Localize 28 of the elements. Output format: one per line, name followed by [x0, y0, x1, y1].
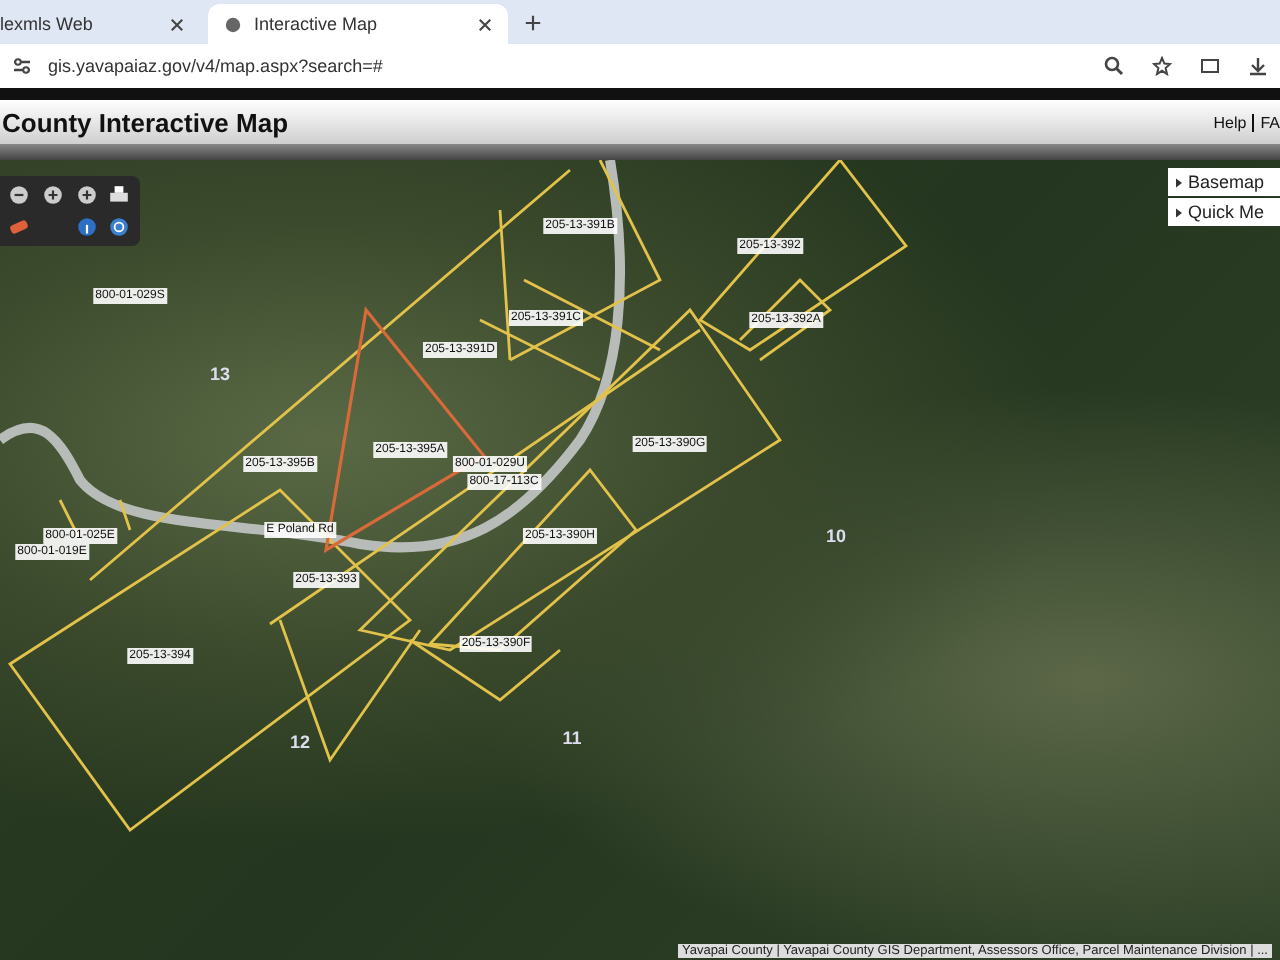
expand-icon: [1176, 207, 1182, 217]
close-icon[interactable]: [478, 17, 492, 31]
globe-icon[interactable]: [108, 216, 131, 238]
map-panel-button[interactable]: Basemap: [1168, 168, 1280, 196]
download-icon[interactable]: [1248, 56, 1268, 76]
header-link[interactable]: FA: [1260, 113, 1280, 131]
reader-icon[interactable]: [1200, 56, 1220, 76]
browser-tab[interactable]: Interactive Map: [208, 4, 508, 44]
close-icon[interactable]: [170, 17, 184, 31]
printer-icon[interactable]: [108, 184, 131, 206]
section-number: 11: [562, 728, 582, 748]
map-panel-button[interactable]: Quick Me: [1168, 198, 1280, 226]
zoom-in-icon[interactable]: [75, 184, 97, 206]
info-icon[interactable]: [75, 216, 97, 238]
page-title: County Interactive Map: [2, 107, 289, 137]
section-number: 13: [210, 364, 230, 384]
expand-icon: [1176, 177, 1182, 187]
star-icon[interactable]: [1152, 56, 1172, 76]
zoom-in-icon[interactable]: [41, 184, 64, 206]
header-link[interactable]: Help: [1213, 113, 1247, 131]
site-settings-icon[interactable]: [12, 56, 32, 76]
zoom-out-icon[interactable]: [8, 184, 30, 206]
zoom-icon[interactable]: [1104, 56, 1124, 76]
new-tab-icon[interactable]: [524, 13, 542, 31]
section-number: 12: [290, 732, 310, 752]
globe-icon: [224, 15, 242, 33]
section-number: 10: [826, 526, 846, 546]
browser-tab[interactable]: lexmls Web: [0, 4, 200, 44]
